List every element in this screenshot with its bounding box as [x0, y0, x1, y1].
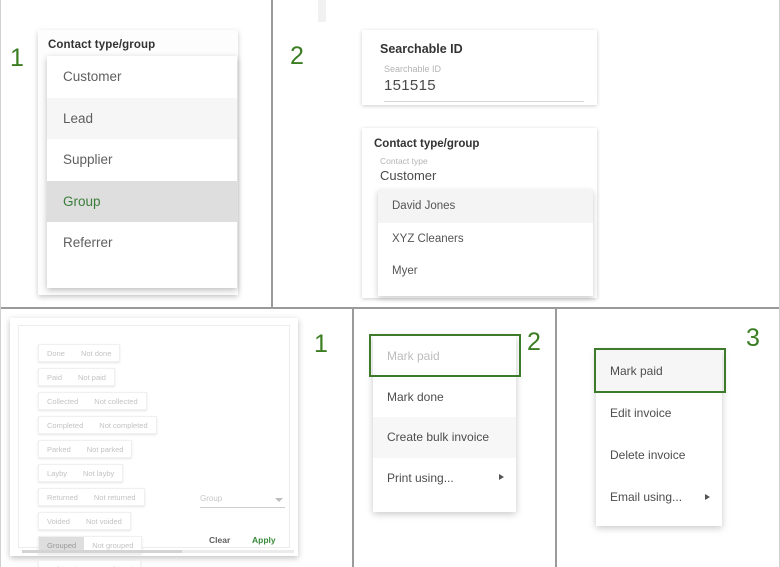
bulk-menu-tail: [373, 498, 516, 512]
group-option-david-jones[interactable]: David Jones: [378, 190, 593, 223]
step-number-1-panel3: 1: [314, 330, 328, 358]
filter-chip-row-collected[interactable]: Collected Not collected: [38, 392, 147, 410]
dropdown-option-customer[interactable]: Customer: [47, 56, 237, 98]
chip-layby[interactable]: Layby: [39, 465, 75, 481]
bulk-menu-item-print-using[interactable]: Print using...: [373, 457, 516, 498]
contact-type-group-card-2-title: Contact type/group: [374, 138, 480, 150]
group-select-label: Group: [200, 494, 223, 503]
filter-chip-row-referred[interactable]: Referred Not referred: [38, 560, 142, 567]
grid-divider-vertical-bottom-right: [555, 309, 557, 567]
chip-returned[interactable]: Returned: [39, 489, 86, 505]
group-dropdown-menu-tail: [378, 287, 593, 296]
bulk-menu-item-mark-paid[interactable]: Mark paid: [373, 336, 516, 377]
chip-not-referred[interactable]: Not referred: [84, 561, 140, 567]
filter-chip-row-parked[interactable]: Parked Not parked: [38, 440, 133, 458]
dropdown-option-referrer[interactable]: Referrer: [47, 222, 237, 264]
row-menu-item-email-using[interactable]: Email using...: [596, 476, 722, 518]
filter-chip-row-voided[interactable]: Voided Not voided: [38, 512, 131, 530]
row-menu-item-mark-paid[interactable]: Mark paid: [596, 350, 722, 392]
contact-type-dropdown-menu[interactable]: Customer Lead Supplier Group Referrer: [47, 56, 237, 288]
chip-not-paid[interactable]: Not paid: [70, 369, 114, 385]
panel1-card-title: Contact type/group: [48, 39, 156, 51]
filter-chip-row-layby[interactable]: Layby Not layby: [38, 464, 124, 482]
contact-type-field-label: Contact type: [380, 156, 428, 166]
chip-referred[interactable]: Referred: [39, 561, 84, 567]
grid-divider-vertical-bottom-left: [352, 309, 354, 567]
filter-panel-scrollbar[interactable]: [22, 550, 294, 553]
filter-chip-row-done[interactable]: Done Not done: [38, 344, 121, 362]
contact-group-dropdown-menu[interactable]: David Jones XYZ Cleaners Myer: [378, 190, 593, 296]
row-menu-item-delete-invoice[interactable]: Delete invoice: [596, 434, 722, 476]
chip-not-done[interactable]: Not done: [73, 345, 119, 361]
step-number-2-panel2: 2: [290, 42, 304, 70]
chip-not-voided[interactable]: Not voided: [78, 513, 130, 529]
group-option-xyz-cleaners[interactable]: XYZ Cleaners: [378, 222, 593, 255]
chip-not-collected[interactable]: Not collected: [86, 393, 145, 409]
searchable-id-input-underline: [384, 101, 584, 102]
searchable-id-field-label: Searchable ID: [384, 64, 442, 74]
dropdown-option-group[interactable]: Group: [47, 180, 237, 222]
filter-chip-row-completed[interactable]: Completed Not completed: [38, 416, 157, 434]
grid-divider-horizontal: [0, 307, 780, 309]
chip-paid[interactable]: Paid: [39, 369, 70, 385]
contact-type-input[interactable]: Customer: [380, 168, 436, 183]
dropdown-option-supplier[interactable]: Supplier: [47, 139, 237, 181]
group-option-myer[interactable]: Myer: [378, 255, 593, 288]
chip-not-completed[interactable]: Not completed: [91, 417, 155, 433]
filter-chip-row-paid[interactable]: Paid Not paid: [38, 368, 115, 386]
searchable-id-card-title: Searchable ID: [380, 42, 463, 56]
chip-collected[interactable]: Collected: [39, 393, 86, 409]
filter-panel: Done Not done Paid Not paid Collected No…: [10, 318, 298, 567]
chip-completed[interactable]: Completed: [39, 417, 91, 433]
chip-voided[interactable]: Voided: [39, 513, 78, 529]
dropdown-option-lead[interactable]: Lead: [47, 97, 237, 139]
step-number-3-panel5: 3: [746, 324, 760, 352]
step-number-1-panel1: 1: [10, 44, 24, 72]
row-menu-item-email-using-label: Email using...: [610, 490, 683, 504]
step-number-2-panel4: 2: [527, 328, 541, 356]
chip-not-returned[interactable]: Not returned: [86, 489, 144, 505]
searchable-id-card: Searchable ID Searchable ID 151515: [362, 30, 597, 105]
bulk-action-menu[interactable]: Mark paid Mark done Create bulk invoice …: [373, 336, 516, 512]
bulk-menu-item-create-bulk-invoice[interactable]: Create bulk invoice: [373, 417, 516, 458]
filter-chip-row-returned[interactable]: Returned Not returned: [38, 488, 145, 506]
chevron-down-icon: [275, 498, 283, 502]
chip-not-parked[interactable]: Not parked: [79, 441, 132, 457]
apply-button[interactable]: Apply: [252, 535, 276, 545]
bulk-menu-item-mark-done[interactable]: Mark done: [373, 376, 516, 417]
chip-parked[interactable]: Parked: [39, 441, 79, 457]
submenu-arrow-icon: [705, 493, 710, 500]
panel2-decorative-bar: [318, 0, 326, 22]
chip-not-layby[interactable]: Not layby: [75, 465, 122, 481]
row-menu-tail: [596, 518, 722, 526]
submenu-arrow-icon: [499, 474, 504, 481]
bulk-menu-item-print-using-label: Print using...: [387, 470, 454, 485]
page-left-border: [0, 0, 1, 567]
group-select-underline: [200, 507, 285, 508]
dropdown-menu-tail: [47, 263, 237, 288]
clear-button[interactable]: Clear: [209, 535, 230, 545]
searchable-id-input[interactable]: 151515: [384, 77, 436, 94]
row-menu-item-edit-invoice[interactable]: Edit invoice: [596, 392, 722, 434]
chip-done[interactable]: Done: [39, 345, 73, 361]
grid-divider-vertical-top: [271, 0, 273, 307]
row-action-menu[interactable]: Mark paid Edit invoice Delete invoice Em…: [596, 350, 722, 526]
screenshot-root: 1 2 1 2 3 Contact type/group Contact typ…: [0, 0, 780, 567]
